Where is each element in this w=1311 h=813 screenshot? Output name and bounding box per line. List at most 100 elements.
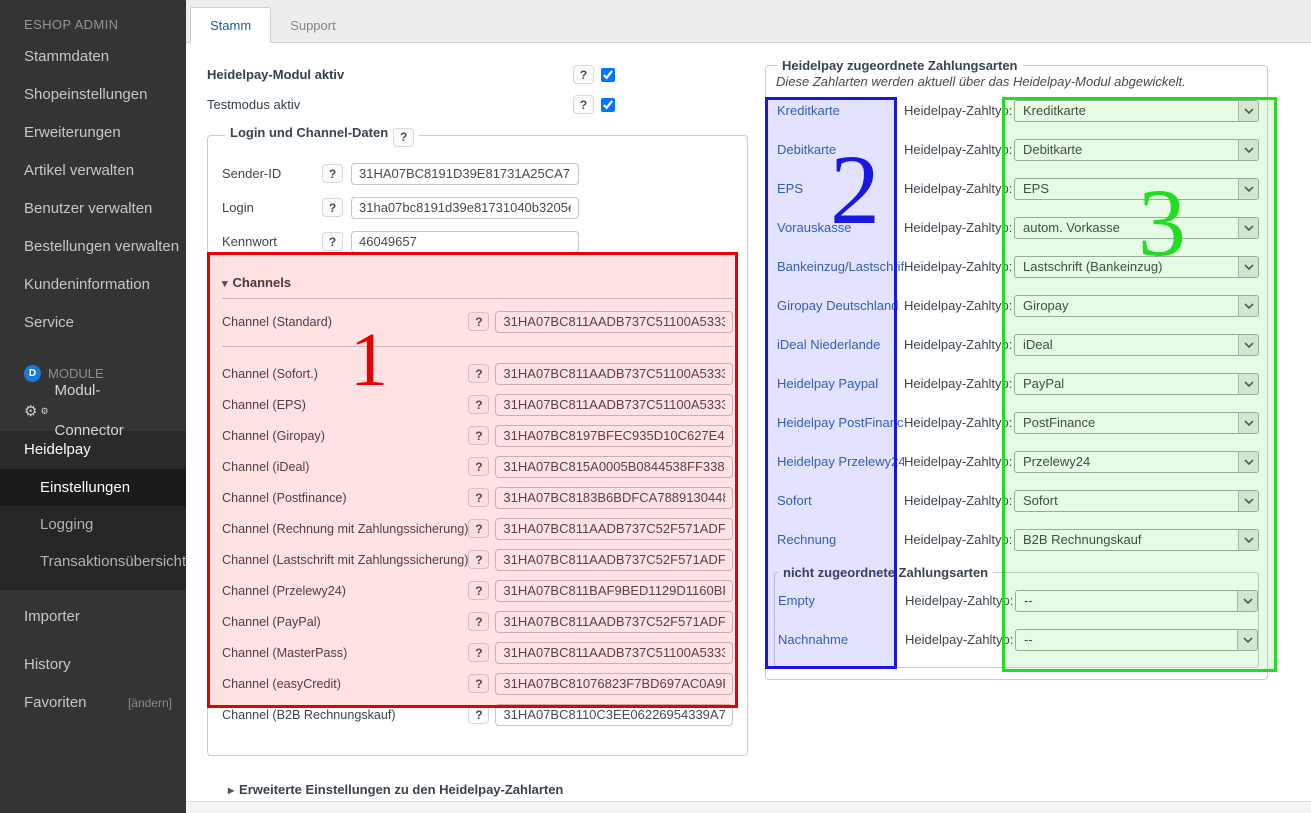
sidebar-subitem-einstellungen[interactable]: Einstellungen	[0, 469, 186, 506]
help-icon[interactable]: ?	[468, 612, 489, 631]
help-icon[interactable]: ?	[573, 95, 594, 114]
payment-name-link[interactable]: Giropay Deutschland	[774, 298, 904, 313]
chevron-down-icon[interactable]	[1238, 257, 1258, 277]
payment-name-link[interactable]: Heidelpay PostFinance	[774, 415, 904, 430]
zahltyp-select[interactable]: Przelewy24	[1014, 451, 1259, 473]
field-input[interactable]	[351, 163, 579, 185]
sidebar-item-favoriten[interactable]: Favoriten [ändern]	[0, 684, 186, 722]
payment-name-link[interactable]: Rechnung	[774, 532, 904, 547]
zahltyp-select[interactable]: Sofort	[1014, 490, 1259, 512]
payment-name-link[interactable]: Bankeinzug/Lastschrift	[774, 259, 904, 274]
help-icon[interactable]: ?	[468, 550, 489, 569]
chevron-down-icon[interactable]	[1238, 218, 1258, 238]
sidebar-item[interactable]: Shopeinstellungen	[0, 76, 186, 114]
zahltyp-select[interactable]: Lastschrift (Bankeinzug)	[1014, 256, 1259, 278]
payment-name-link[interactable]: Heidelpay Paypal	[774, 376, 904, 391]
payment-name-link[interactable]: Kreditkarte	[774, 103, 904, 118]
chevron-down-icon[interactable]	[1238, 335, 1258, 355]
zahltyp-select[interactable]: autom. Vorkasse	[1014, 217, 1259, 239]
payment-name-link[interactable]: Vorauskasse	[774, 220, 904, 235]
zahltyp-select[interactable]: --	[1015, 629, 1258, 651]
channel-input[interactable]	[495, 642, 733, 664]
sidebar-item[interactable]: Kundeninformation	[0, 266, 186, 304]
zahltyp-select[interactable]: --	[1015, 590, 1258, 612]
chevron-down-icon[interactable]	[1238, 179, 1258, 199]
zahltyp-select[interactable]: PostFinance	[1014, 412, 1259, 434]
tab-support[interactable]: Support	[271, 8, 355, 42]
select-value: --	[1016, 632, 1237, 647]
help-icon[interactable]: ?	[468, 364, 489, 383]
sidebar-item[interactable]: Artikel verwalten	[0, 152, 186, 190]
field-input[interactable]	[351, 197, 579, 219]
channel-input[interactable]	[495, 673, 733, 695]
payment-name-link[interactable]: Empty	[775, 593, 905, 608]
help-icon[interactable]: ?	[573, 65, 594, 84]
payment-name-link[interactable]: Sofort	[774, 493, 904, 508]
section-erweiterte-einstellungen[interactable]: ▸Erweiterte Einstellungen zu den Heidelp…	[228, 782, 1311, 797]
channel-input[interactable]	[495, 549, 733, 571]
zahltyp-select[interactable]: Giropay	[1014, 295, 1259, 317]
payment-name-link[interactable]: Heidelpay Przelewy24	[774, 454, 904, 469]
channels-collapse-header[interactable]: ▾Channels	[222, 275, 733, 290]
channel-input[interactable]	[495, 425, 733, 447]
module-active-checkbox[interactable]	[601, 68, 615, 82]
sidebar-item-history[interactable]: History	[0, 646, 186, 684]
favoriten-edit-link[interactable]: [ändern]	[128, 684, 172, 722]
zahltyp-select[interactable]: Kreditkarte	[1014, 100, 1259, 122]
chevron-down-icon[interactable]	[1238, 530, 1258, 550]
channel-input[interactable]	[495, 394, 733, 416]
zahltyp-select[interactable]: B2B Rechnungskauf	[1014, 529, 1259, 551]
chevron-down-icon[interactable]	[1238, 140, 1258, 160]
help-icon[interactable]: ?	[468, 674, 489, 693]
sidebar-subitem-transaktionsuebersicht[interactable]: Transaktionsübersicht	[0, 543, 186, 580]
channel-input[interactable]	[495, 311, 733, 333]
help-icon[interactable]: ?	[322, 164, 343, 183]
channel-input[interactable]	[495, 487, 733, 509]
sidebar-subitem-logging[interactable]: Logging	[0, 506, 186, 543]
chevron-down-icon[interactable]	[1237, 591, 1257, 611]
field-input[interactable]	[351, 231, 579, 253]
zahltyp-select[interactable]: PayPal	[1014, 373, 1259, 395]
sidebar-item[interactable]: Bestellungen verwalten	[0, 228, 186, 266]
sidebar-item[interactable]: Benutzer verwalten	[0, 190, 186, 228]
help-icon[interactable]: ?	[468, 705, 489, 724]
chevron-down-icon[interactable]	[1238, 296, 1258, 316]
channel-input[interactable]	[495, 363, 733, 385]
payment-name-link[interactable]: iDeal Niederlande	[774, 337, 904, 352]
channel-input[interactable]	[495, 456, 733, 478]
sidebar-item[interactable]: Stammdaten	[0, 38, 186, 76]
help-icon[interactable]: ?	[468, 426, 489, 445]
chevron-down-icon[interactable]	[1238, 452, 1258, 472]
sidebar-item[interactable]: Service	[0, 304, 186, 342]
payment-name-link[interactable]: Nachnahme	[775, 632, 905, 647]
help-icon[interactable]: ?	[468, 457, 489, 476]
help-icon[interactable]: ?	[322, 232, 343, 251]
sidebar-item-importer[interactable]: Importer	[0, 598, 186, 636]
help-icon[interactable]: ?	[468, 488, 489, 507]
channel-input[interactable]	[495, 611, 733, 633]
zahltyp-select[interactable]: iDeal	[1014, 334, 1259, 356]
chevron-down-icon[interactable]	[1238, 101, 1258, 121]
sidebar-item[interactable]: Erweiterungen	[0, 114, 186, 152]
testmode-checkbox[interactable]	[601, 98, 615, 112]
zahltyp-select[interactable]: EPS	[1014, 178, 1259, 200]
channel-input[interactable]	[495, 518, 733, 540]
zahltyp-select[interactable]: Debitkarte	[1014, 139, 1259, 161]
help-icon[interactable]: ?	[468, 519, 489, 538]
help-icon[interactable]: ?	[468, 581, 489, 600]
payment-name-link[interactable]: Debitkarte	[774, 142, 904, 157]
chevron-down-icon[interactable]	[1238, 491, 1258, 511]
payment-name-link[interactable]: EPS	[774, 181, 904, 196]
help-icon[interactable]: ?	[468, 312, 489, 331]
channel-input[interactable]	[495, 704, 733, 726]
sidebar-item-modul-connector[interactable]: ⚙⚙ Modul-Connector	[0, 391, 186, 431]
channel-input[interactable]	[495, 580, 733, 602]
help-icon[interactable]: ?	[468, 643, 489, 662]
help-icon[interactable]: ?	[322, 198, 343, 217]
help-icon[interactable]: ?	[393, 128, 414, 147]
help-icon[interactable]: ?	[468, 395, 489, 414]
chevron-down-icon[interactable]	[1238, 413, 1258, 433]
chevron-down-icon[interactable]	[1238, 374, 1258, 394]
tab-stamm[interactable]: Stamm	[190, 7, 271, 43]
chevron-down-icon[interactable]	[1237, 630, 1257, 650]
